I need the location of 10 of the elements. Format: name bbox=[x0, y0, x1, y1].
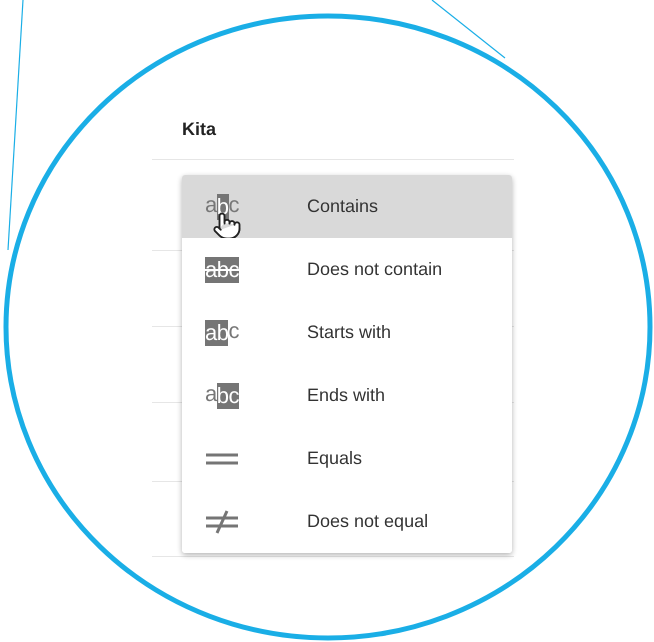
column-header-label: Kita bbox=[182, 119, 216, 140]
menu-item[interactable]: abc Does not contain bbox=[182, 238, 512, 301]
menu-item[interactable]: abc Contains bbox=[182, 175, 512, 238]
menu-item[interactable]: abc Ends with bbox=[182, 364, 512, 427]
not-equal-icon bbox=[205, 508, 239, 534]
menu-item[interactable]: Equals bbox=[182, 427, 512, 490]
not-contains-icon: abc bbox=[205, 256, 239, 282]
menu-item[interactable]: Does not equal bbox=[182, 490, 512, 553]
menu-item[interactable]: abc Starts with bbox=[182, 301, 512, 364]
equals-icon bbox=[205, 452, 239, 464]
